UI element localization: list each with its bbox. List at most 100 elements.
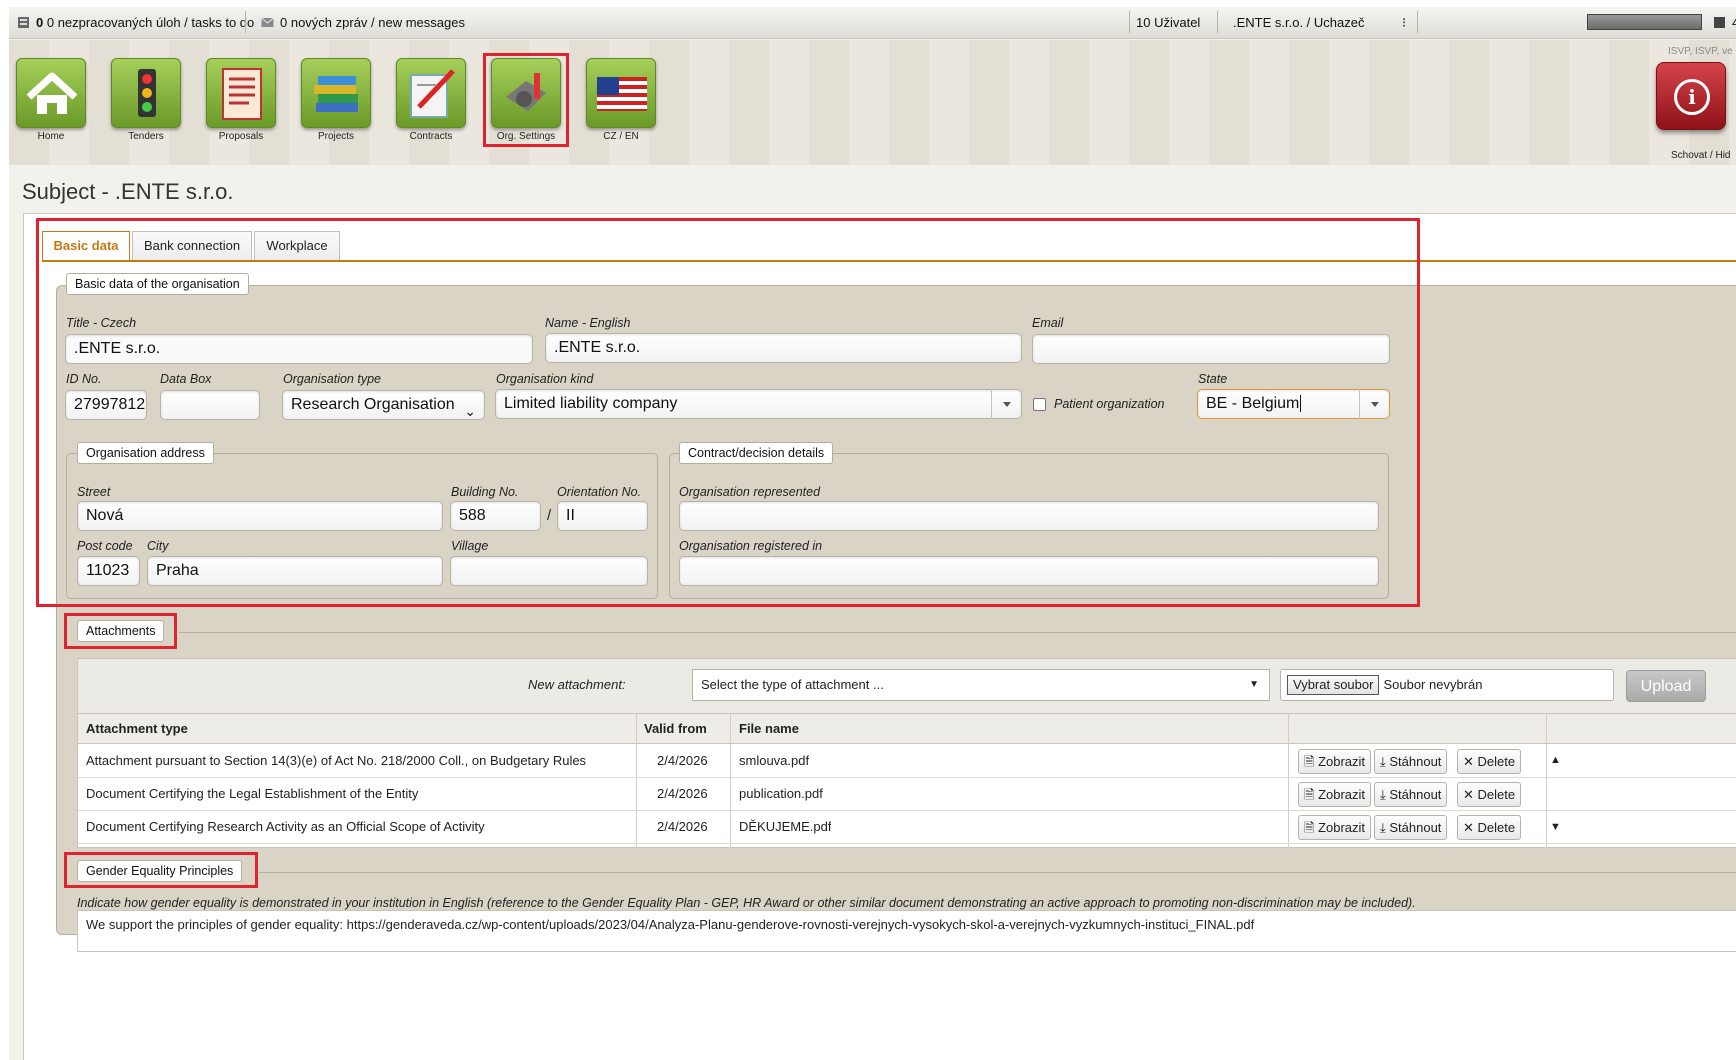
contract-legend: Contract/decision details: [679, 442, 834, 464]
view-button[interactable]: 🗎 Zobrazit: [1298, 749, 1372, 774]
tab-bank-connection[interactable]: Bank connection: [132, 231, 252, 261]
app-frame: 0 0 nezpracovaných úloh / tasks to do 0 …: [9, 7, 1736, 1060]
post-code-field[interactable]: 11023: [77, 556, 140, 586]
view-button[interactable]: 🗎 Zobrazit: [1298, 815, 1372, 840]
org-registered-field[interactable]: [679, 556, 1379, 586]
post-code-label: Post code: [77, 539, 133, 553]
tasks-text: 0 nezpracovaných úloh / tasks to do: [46, 15, 255, 30]
cell-valid-from: 2/4/2026: [657, 786, 708, 801]
gender-equality-hint: Indicate how gender equality is demonstr…: [77, 896, 1416, 910]
gender-equality-textarea[interactable]: We support the principles of gender equa…: [77, 910, 1736, 952]
close-icon: ✕: [1463, 754, 1474, 769]
messages-text: 0 nových zpráv / new messages: [280, 15, 465, 30]
building-no-label: Building No.: [451, 485, 519, 499]
email-label: Email: [1032, 316, 1064, 330]
name-english-field[interactable]: .ENTE s.r.o.: [545, 333, 1022, 363]
attachment-type-placeholder: Select the type of attachment ...: [701, 677, 884, 692]
download-icon: ⤓: [1380, 787, 1386, 802]
col-valid-from[interactable]: Valid from: [644, 714, 707, 743]
street-field[interactable]: Nová: [77, 501, 443, 531]
state-dropdown-arrow-icon[interactable]: [1359, 389, 1389, 419]
toolbar-label-home: Home: [37, 131, 65, 142]
col-file-name[interactable]: File name: [739, 714, 799, 743]
org-role-link[interactable]: .ENTE s.r.o. / Uchazeč: [1233, 15, 1365, 30]
state-label: State: [1198, 372, 1228, 386]
village-field[interactable]: [450, 556, 648, 586]
books-icon: [301, 58, 371, 128]
scroll-up-icon[interactable]: ▲: [1550, 754, 1561, 766]
delete-button[interactable]: ✕ Delete: [1457, 749, 1522, 774]
org-kind-label: Organisation kind: [496, 372, 594, 386]
title-czech-field[interactable]: .ENTE s.r.o.: [65, 334, 533, 364]
toolbar-label-projects: Projects: [317, 131, 355, 142]
download-icon: ⤓: [1380, 754, 1386, 769]
delete-button[interactable]: ✕ Delete: [1457, 782, 1522, 807]
home-icon: [16, 58, 86, 128]
address-legend: Organisation address: [77, 442, 214, 464]
email-field[interactable]: [1032, 334, 1390, 364]
book-icon: [1714, 17, 1725, 28]
users-link[interactable]: 10 Uživatel: [1136, 15, 1200, 30]
org-represented-field[interactable]: [679, 501, 1379, 531]
file-picker[interactable]: Vybrat soubor Soubor nevybrán: [1280, 669, 1614, 701]
id-no-label: ID No.: [66, 372, 102, 386]
pdf-icon: 🗎: [1304, 820, 1315, 835]
village-label: Village: [451, 539, 489, 553]
cell-attachment-type: Document Certifying Research Activity as…: [86, 819, 485, 834]
chevron-down-icon: ⌄: [464, 403, 476, 419]
download-button[interactable]: ⤓ Stáhnout: [1374, 782, 1448, 807]
attachment-type-select[interactable]: Select the type of attachment ... ▼: [692, 669, 1270, 701]
orientation-no-field[interactable]: II: [557, 501, 648, 531]
view-label: Zobrazit: [1318, 787, 1366, 802]
tab-basic-data[interactable]: Basic data: [42, 231, 130, 262]
more-menu-icon[interactable]: ⁝: [1402, 15, 1406, 31]
id-no-field[interactable]: 27997812: [65, 390, 147, 420]
download-button[interactable]: ⤓ Stáhnout: [1374, 815, 1448, 840]
delete-label: Delete: [1477, 787, 1516, 802]
data-box-label: Data Box: [160, 372, 212, 386]
toolbar-label-proposals: Proposals: [218, 131, 264, 142]
org-type-label: Organisation type: [283, 372, 381, 386]
building-no-field[interactable]: 588: [450, 501, 541, 531]
download-icon: ⤓: [1380, 820, 1386, 835]
info-button[interactable]: i: [1656, 62, 1726, 130]
number-separator: /: [547, 507, 552, 524]
download-button[interactable]: ⤓ Stáhnout: [1374, 749, 1448, 774]
patient-organization-checkbox[interactable]: [1033, 398, 1046, 411]
toolbar-contracts-button[interactable]: Contracts: [393, 58, 469, 142]
toolbar-home-button[interactable]: Home: [13, 58, 89, 142]
tasks-link[interactable]: 0 0 nezpracovaných úloh / tasks to do: [17, 15, 254, 30]
attachments-legend: Attachments: [77, 620, 165, 642]
delete-label: Delete: [1477, 754, 1516, 769]
org-kind-combobox[interactable]: Limited liability company: [495, 389, 1022, 419]
org-kind-dropdown-arrow-icon[interactable]: [991, 389, 1021, 419]
envelope-icon: [261, 17, 274, 27]
tab-workplace[interactable]: Workplace: [254, 231, 340, 261]
toolbar-projects-button[interactable]: Projects: [298, 58, 374, 142]
toolbar-org-settings-button[interactable]: Org. Settings: [483, 53, 569, 147]
view-button[interactable]: 🗎 Zobrazit: [1298, 782, 1372, 807]
city-field[interactable]: Praha: [147, 556, 443, 586]
upload-button[interactable]: Upload: [1626, 670, 1706, 702]
toolbar-proposals-button[interactable]: Proposals: [203, 58, 279, 142]
download-label: Stáhnout: [1389, 754, 1442, 769]
col-attachment-type[interactable]: Attachment type: [86, 714, 188, 743]
org-registered-label: Organisation registered in: [679, 539, 823, 553]
close-icon: ✕: [1463, 787, 1474, 802]
data-box-field[interactable]: [160, 390, 260, 420]
delete-button[interactable]: ✕ Delete: [1457, 815, 1522, 840]
toolbar-tenders-button[interactable]: Tenders: [108, 58, 184, 142]
scroll-down-icon[interactable]: ▼: [1550, 821, 1561, 833]
table-row[interactable]: Attachment pursuant to Section 14(3)(e) …: [78, 745, 1736, 778]
org-type-select[interactable]: Research Organisation ⌄: [282, 390, 485, 420]
table-row[interactable]: Document Certifying the Legal Establishm…: [78, 778, 1736, 811]
street-label: Street: [77, 485, 111, 499]
hide-toolbar-link[interactable]: Schovat / Hid: [1671, 150, 1730, 161]
cell-attachment-type: Document Certifying the Legal Establishm…: [86, 786, 419, 801]
title-czech-label: Title - Czech: [66, 316, 137, 330]
messages-link[interactable]: 0 nových zpráv / new messages: [261, 15, 465, 30]
table-row[interactable]: Document Certifying Research Activity as…: [78, 811, 1736, 844]
choose-file-button[interactable]: Vybrat soubor: [1287, 675, 1380, 695]
panel-link[interactable]: 4: [1713, 15, 1736, 30]
toolbar-language-button[interactable]: CZ / EN: [583, 58, 659, 142]
